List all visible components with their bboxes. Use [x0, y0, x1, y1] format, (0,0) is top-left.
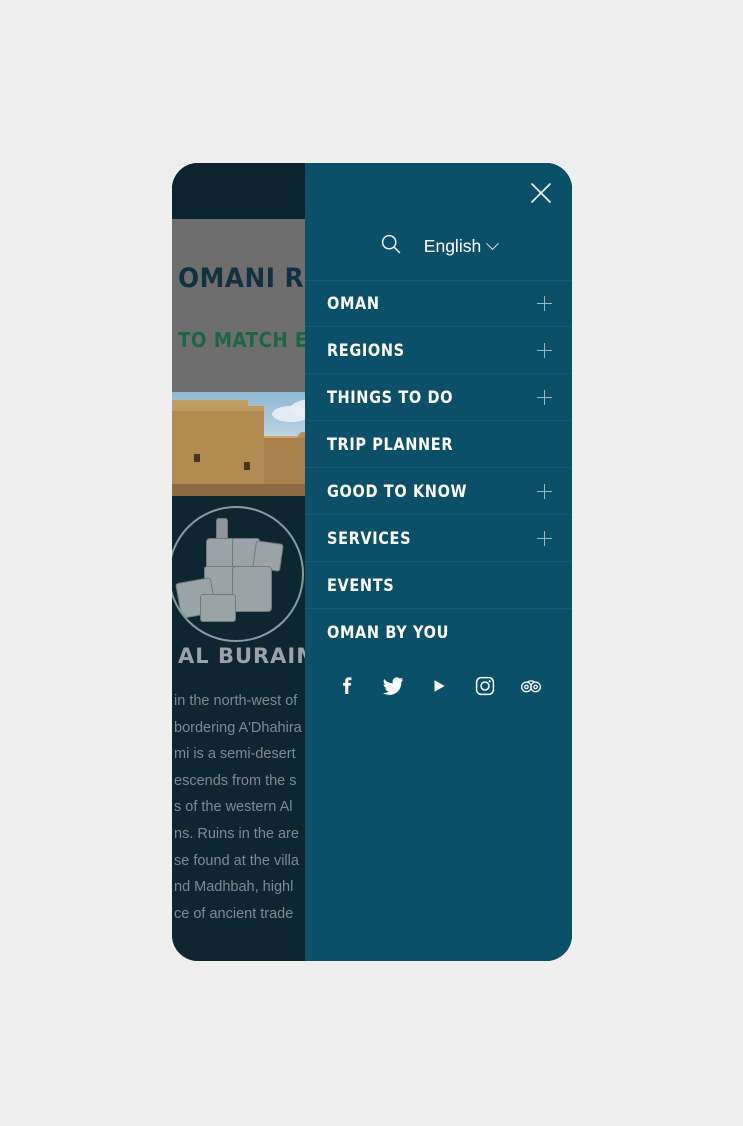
nav-item-oman-by-you[interactable]: OMAN BY YOU: [305, 609, 572, 656]
search-icon[interactable]: [380, 233, 402, 260]
navigation-drawer: English OMAN REGIONS THINGS TO DO TRIP P…: [305, 163, 572, 961]
nav-item-label: OMAN: [327, 294, 380, 313]
twitter-icon[interactable]: [382, 675, 404, 697]
photo-fort-main: [172, 406, 264, 496]
photo-fort-window: [244, 462, 250, 470]
nav-item-label: THINGS TO DO: [327, 387, 454, 407]
nav-item-label: EVENTS: [327, 575, 395, 595]
nav-item-oman[interactable]: OMAN: [305, 280, 572, 327]
social-links: [305, 675, 572, 697]
facebook-icon[interactable]: [336, 675, 358, 697]
nav-item-label: SERVICES: [327, 528, 412, 548]
nav-item-good-to-know[interactable]: GOOD TO KNOW: [305, 468, 572, 515]
map-region-shape: [200, 594, 236, 622]
nav-item-regions[interactable]: REGIONS: [305, 327, 572, 374]
tripadvisor-icon[interactable]: [520, 675, 542, 697]
drawer-nav-list: OMAN REGIONS THINGS TO DO TRIP PLANNER G…: [305, 280, 572, 656]
plus-icon[interactable]: [537, 483, 552, 499]
chevron-down-icon: [486, 236, 500, 250]
nav-item-label: GOOD TO KNOW: [327, 481, 468, 501]
drawer-utility-bar: English: [305, 225, 572, 267]
nav-item-trip-planner[interactable]: TRIP PLANNER: [305, 421, 572, 468]
nav-item-label: REGIONS: [327, 340, 405, 360]
instagram-icon[interactable]: [474, 675, 496, 697]
language-selector-label: English: [423, 235, 482, 256]
plus-icon[interactable]: [537, 296, 552, 311]
youtube-icon[interactable]: [428, 675, 450, 697]
nav-item-things-to-do[interactable]: THINGS TO DO: [305, 374, 572, 421]
nav-item-services[interactable]: SERVICES: [305, 515, 572, 562]
plus-icon[interactable]: [537, 389, 552, 405]
photo-fort-window: [194, 454, 200, 462]
plus-icon[interactable]: [537, 342, 552, 358]
plus-icon[interactable]: [537, 530, 552, 546]
nav-item-label: OMAN BY YOU: [327, 623, 449, 642]
map-region-shape: [232, 566, 272, 612]
nav-item-events[interactable]: EVENTS: [305, 562, 572, 609]
oman-regions-circular-map[interactable]: [172, 506, 304, 642]
language-selector[interactable]: English: [423, 235, 500, 257]
close-icon[interactable]: [528, 180, 554, 206]
phone-viewport: experience oman OMANI REGIONS TO MATCH E…: [172, 163, 572, 961]
nav-item-label: TRIP PLANNER: [327, 434, 454, 454]
